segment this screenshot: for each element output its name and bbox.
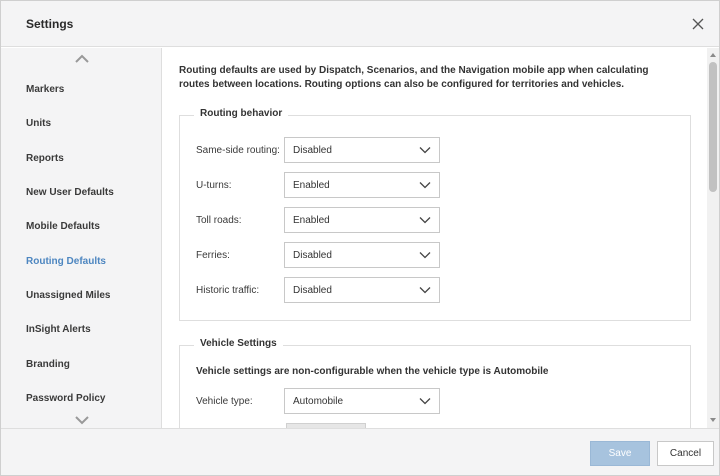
- save-button[interactable]: Save: [590, 441, 650, 466]
- sidebar-item-reports[interactable]: Reports: [26, 153, 64, 164]
- vehicle-settings-legend: Vehicle Settings: [194, 338, 283, 349]
- sidebar-item-mobile-defaults[interactable]: Mobile Defaults: [26, 221, 100, 232]
- routing-behavior-section: Routing behavior Same-side routing: Disa…: [179, 108, 691, 321]
- toll-roads-select[interactable]: Enabled: [284, 207, 440, 233]
- sidebar-item-units[interactable]: Units: [26, 118, 51, 129]
- chevron-down-icon: [419, 182, 431, 189]
- sidebar-item-branding[interactable]: Branding: [26, 359, 70, 370]
- ferries-value: Disabled: [293, 250, 332, 261]
- cancel-button[interactable]: Cancel: [657, 441, 714, 466]
- ferries-label: Ferries:: [196, 250, 230, 261]
- vehicle-type-label: Vehicle type:: [196, 396, 253, 407]
- vehicle-settings-section: Vehicle Settings Vehicle settings are no…: [179, 338, 691, 428]
- chevron-down-icon: [419, 252, 431, 259]
- sidebar-item-routing-defaults[interactable]: Routing Defaults: [26, 256, 106, 267]
- dialog-footer: Save Cancel: [1, 428, 719, 475]
- historic-traffic-value: Disabled: [293, 285, 332, 296]
- routing-behavior-legend: Routing behavior: [194, 108, 289, 119]
- toll-roads-value: Enabled: [293, 215, 330, 226]
- main-content: Routing defaults are used by Dispatch, S…: [163, 48, 707, 428]
- historic-traffic-label: Historic traffic:: [196, 285, 260, 296]
- sidebar-item-unassigned-miles[interactable]: Unassigned Miles: [26, 290, 110, 301]
- intro-text: Routing defaults are used by Dispatch, S…: [179, 65, 649, 90]
- chevron-down-icon: [419, 398, 431, 405]
- chevron-down-icon: [419, 217, 431, 224]
- scroll-up-icon[interactable]: [710, 52, 716, 58]
- chevron-down-icon: [419, 147, 431, 154]
- sidebar-item-insight-alerts[interactable]: InSight Alerts: [26, 324, 91, 335]
- chevron-down-icon: [419, 287, 431, 294]
- scroll-down-icon[interactable]: [710, 417, 716, 423]
- dialog-title: Settings: [26, 17, 74, 31]
- chevron-down-icon[interactable]: [75, 415, 89, 425]
- vehicle-type-value: Automobile: [293, 396, 344, 407]
- toll-roads-label: Toll roads:: [196, 215, 242, 226]
- u-turns-select[interactable]: Enabled: [284, 172, 440, 198]
- same-side-routing-value: Disabled: [293, 145, 332, 156]
- main-scrollbar[interactable]: [707, 48, 719, 428]
- ferries-select[interactable]: Disabled: [284, 242, 440, 268]
- sidebar-item-markers[interactable]: Markers: [26, 84, 64, 95]
- settings-sidebar: Markers Units Reports New User Defaults …: [1, 48, 162, 428]
- scrollbar-thumb[interactable]: [709, 62, 717, 192]
- vehicle-settings-note: Vehicle settings are non-configurable wh…: [196, 366, 549, 377]
- settings-dialog: Settings Markers Units Reports New User …: [0, 0, 720, 476]
- sidebar-item-new-user-defaults[interactable]: New User Defaults: [26, 187, 114, 198]
- chevron-up-icon[interactable]: [75, 54, 89, 64]
- same-side-routing-label: Same-side routing:: [196, 145, 280, 156]
- close-icon[interactable]: [691, 17, 705, 31]
- vehicle-type-select[interactable]: Automobile: [284, 388, 440, 414]
- same-side-routing-select[interactable]: Disabled: [284, 137, 440, 163]
- u-turns-value: Enabled: [293, 180, 330, 191]
- historic-traffic-select[interactable]: Disabled: [284, 277, 440, 303]
- u-turns-label: U-turns:: [196, 180, 232, 191]
- dialog-header: Settings: [1, 1, 719, 47]
- sidebar-item-password-policy[interactable]: Password Policy: [26, 393, 105, 404]
